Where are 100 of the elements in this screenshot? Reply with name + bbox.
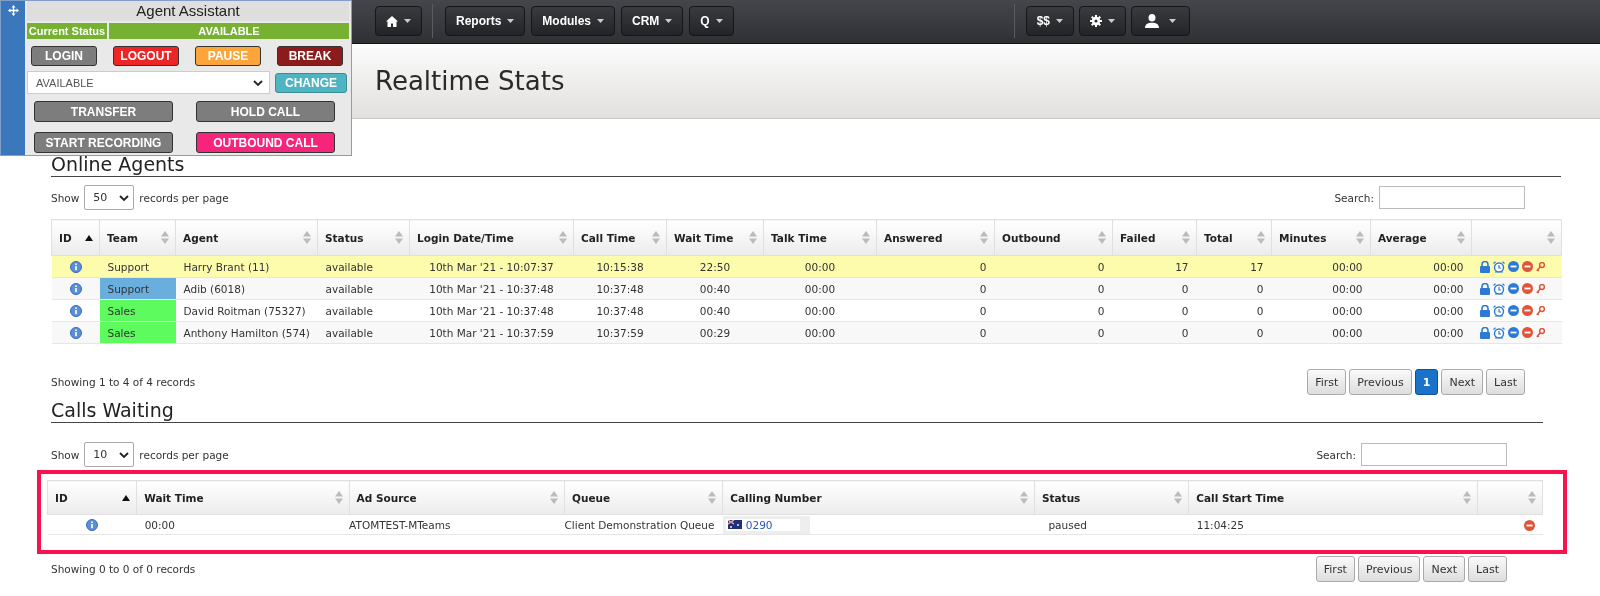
table-cell: 00:00 <box>763 299 877 322</box>
status-select[interactable]: AVAILABLE <box>27 71 270 94</box>
table-cell: 00:00 <box>1370 277 1472 300</box>
table-cell: 00:00 <box>763 321 877 344</box>
table-cell: 00:29 <box>666 321 764 344</box>
page-length-select[interactable]: 50 <box>84 185 135 210</box>
column-header[interactable]: Ad Source <box>349 480 565 515</box>
column-header[interactable]: Call Start Time <box>1188 480 1478 515</box>
caret-icon <box>597 19 604 23</box>
column-header[interactable]: Wait Time <box>666 219 764 256</box>
column-header[interactable]: ID <box>51 219 100 256</box>
table-cell: paused <box>1034 514 1189 535</box>
table-cell: 00:00 <box>1271 321 1371 344</box>
menu-button[interactable]: Q <box>689 6 734 36</box>
pagination-button[interactable]: Next <box>1423 556 1466 582</box>
settings-button[interactable] <box>1079 6 1126 36</box>
table-cell: 17 <box>1196 255 1272 278</box>
page-length-select[interactable]: 10 <box>84 442 135 467</box>
table-cell: 00:00 <box>1370 321 1472 344</box>
home-menu-button[interactable] <box>375 6 422 36</box>
caret-icon <box>715 19 723 23</box>
search-field[interactable] <box>1379 186 1525 209</box>
caret-icon <box>665 19 673 23</box>
column-header[interactable]: Agent <box>175 219 318 256</box>
table-cell: 11:04:25 <box>1188 514 1478 535</box>
agent-action-button[interactable]: TRANSFER <box>34 101 173 122</box>
pagination-button[interactable]: First <box>1315 556 1355 582</box>
alarm-clock-icon <box>1492 260 1505 273</box>
table-cell: 0 <box>994 255 1113 278</box>
agent-action-button[interactable]: OUTBOUND CALL <box>196 132 335 153</box>
pagination-button[interactable]: Last <box>1468 556 1507 582</box>
column-header[interactable]: Talk Time <box>763 219 877 256</box>
menu-button[interactable]: Reports <box>445 6 526 36</box>
column-header[interactable]: Queue <box>564 480 723 515</box>
column-header[interactable]: Minutes <box>1271 219 1371 256</box>
caret-icon <box>1108 19 1115 23</box>
column-header[interactable]: Outbound <box>994 219 1113 256</box>
pagination-button[interactable]: Next <box>1441 369 1484 395</box>
column-header[interactable]: ID <box>47 480 137 515</box>
column-header[interactable]: Answered <box>876 219 995 256</box>
search-field[interactable] <box>1361 443 1507 466</box>
minus-circle-icon[interactable] <box>1523 519 1535 531</box>
section-heading: Calls Waiting <box>51 399 1543 423</box>
column-header[interactable] <box>1471 219 1562 256</box>
move-icon <box>7 5 19 16</box>
table-cell: 00:00 <box>763 255 877 278</box>
table-cell: 0 <box>1112 321 1197 344</box>
pagination-button[interactable]: Previous <box>1349 369 1412 395</box>
menu-button[interactable]: $$ <box>1025 6 1074 36</box>
show-label: Show <box>51 191 80 204</box>
menu-button[interactable]: Modules <box>531 6 615 36</box>
table-cell: 0 <box>994 299 1113 322</box>
per-page-label: records per page <box>139 191 229 204</box>
table-cell: available <box>317 299 410 322</box>
drag-handle[interactable] <box>1 1 25 155</box>
table-cell: 10:37:48 <box>573 277 667 300</box>
chevron-icon <box>119 194 130 201</box>
minus-circle-icon <box>1507 261 1519 272</box>
table-cell: 10th Mar '21 - 10:37:48 <box>409 299 574 322</box>
column-header[interactable]: Calling Number <box>722 480 1035 515</box>
status-label: Current Status <box>27 23 107 39</box>
pagination-button[interactable]: Last <box>1486 369 1525 395</box>
column-header[interactable]: Login Date/Time <box>409 219 574 256</box>
table-cell: 0 <box>876 321 995 344</box>
agent-action-button[interactable]: START RECORDING <box>34 132 173 153</box>
table-cell: available <box>317 321 410 344</box>
table-cell: 0 <box>1196 277 1272 300</box>
table-cell: 0 <box>994 277 1113 300</box>
column-header[interactable]: Total <box>1196 219 1272 256</box>
caret-icon <box>507 19 515 23</box>
column-header[interactable]: Wait Time <box>136 480 350 515</box>
agent-action-button[interactable]: LOGIN <box>31 46 97 66</box>
table-cell: 0 <box>876 299 995 322</box>
agent-action-button[interactable]: LOGOUT <box>113 46 179 66</box>
phone-number-link[interactable]: 0290 <box>745 518 773 531</box>
column-header[interactable]: Average <box>1370 219 1472 256</box>
user-menu-button[interactable] <box>1131 6 1190 36</box>
key-icon <box>1535 327 1545 338</box>
column-header[interactable]: Status <box>1034 480 1189 515</box>
flag-icon <box>727 520 742 529</box>
pagination-button[interactable]: Previous <box>1357 556 1421 582</box>
table-cell: Adib (6018) <box>175 277 318 300</box>
chevron-icon <box>253 79 263 86</box>
records-info: Showing 0 to 0 of 0 records <box>51 563 196 575</box>
info-icon <box>86 519 99 531</box>
table-cell: David Roitman (75327) <box>175 299 318 322</box>
column-header[interactable]: Team <box>99 219 176 256</box>
table-cell: 0 <box>876 255 995 278</box>
table-cell: 00:00 <box>1271 255 1371 278</box>
column-header[interactable]: Status <box>317 219 410 256</box>
pagination-button[interactable]: First <box>1307 369 1347 395</box>
column-header[interactable]: Call Time <box>573 219 667 256</box>
table-cell: Sales <box>99 299 176 322</box>
lock-icon <box>1479 304 1490 317</box>
menu-button[interactable]: CRM <box>621 6 684 36</box>
info-icon <box>69 305 82 317</box>
agent-action-button[interactable]: BREAK <box>277 46 343 66</box>
agent-action-button[interactable]: HOLD CALL <box>196 101 335 122</box>
column-header[interactable]: Failed <box>1112 219 1197 256</box>
pagination-button[interactable]: 1 <box>1414 369 1439 395</box>
